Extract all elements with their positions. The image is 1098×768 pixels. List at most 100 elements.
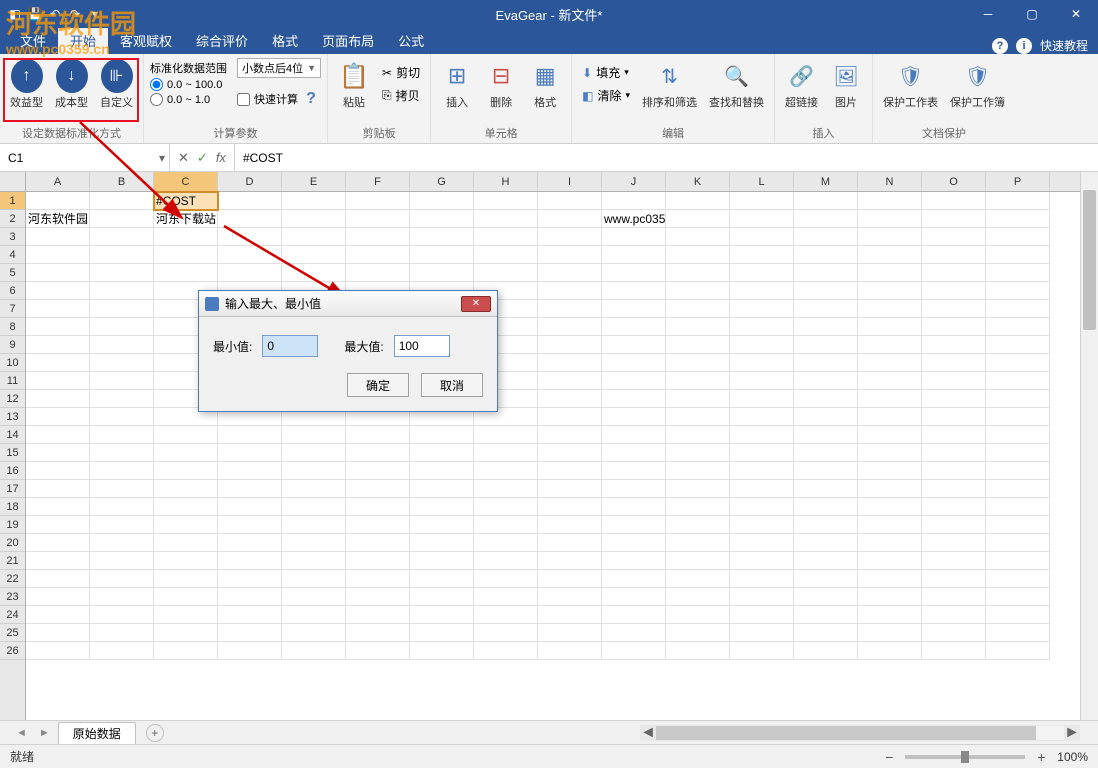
cell-L11[interactable]: [730, 372, 794, 390]
cell-P4[interactable]: [986, 246, 1050, 264]
cell-N25[interactable]: [858, 624, 922, 642]
cell-J4[interactable]: [602, 246, 666, 264]
cell-I12[interactable]: [538, 390, 602, 408]
cell-C23[interactable]: [154, 588, 218, 606]
cell-E19[interactable]: [282, 516, 346, 534]
cell-E26[interactable]: [282, 642, 346, 660]
select-all-corner[interactable]: [0, 172, 26, 192]
cell-M9[interactable]: [794, 336, 858, 354]
cell-P25[interactable]: [986, 624, 1050, 642]
cell-P16[interactable]: [986, 462, 1050, 480]
cell-K7[interactable]: [666, 300, 730, 318]
cell-D18[interactable]: [218, 498, 282, 516]
save-icon[interactable]: 💾: [28, 7, 42, 21]
col-header-N[interactable]: N: [858, 172, 922, 191]
cell-C19[interactable]: [154, 516, 218, 534]
cell-N3[interactable]: [858, 228, 922, 246]
cell-D20[interactable]: [218, 534, 282, 552]
cell-O7[interactable]: [922, 300, 986, 318]
cell-I1[interactable]: [538, 192, 602, 210]
cell-P26[interactable]: [986, 642, 1050, 660]
cell-A2[interactable]: 河东软件园: [26, 210, 90, 228]
cell-P21[interactable]: [986, 552, 1050, 570]
row-header-14[interactable]: 14: [0, 426, 25, 444]
delete-cell-button[interactable]: ⊟删除: [481, 58, 521, 112]
cell-N13[interactable]: [858, 408, 922, 426]
cell-O14[interactable]: [922, 426, 986, 444]
cell-E22[interactable]: [282, 570, 346, 588]
cell-F24[interactable]: [346, 606, 410, 624]
menu-format[interactable]: 格式: [260, 27, 310, 54]
cell-C4[interactable]: [154, 246, 218, 264]
cell-D21[interactable]: [218, 552, 282, 570]
scroll-right-icon[interactable]: ►: [1064, 725, 1080, 741]
cell-O13[interactable]: [922, 408, 986, 426]
cell-P3[interactable]: [986, 228, 1050, 246]
cell-J8[interactable]: [602, 318, 666, 336]
sheet-nav-next-icon[interactable]: ►: [35, 727, 54, 739]
scroll-left-icon[interactable]: ◄: [640, 725, 656, 741]
cell-I7[interactable]: [538, 300, 602, 318]
cell-K26[interactable]: [666, 642, 730, 660]
col-header-A[interactable]: A: [26, 172, 90, 191]
cell-H20[interactable]: [474, 534, 538, 552]
cell-N5[interactable]: [858, 264, 922, 282]
row-header-15[interactable]: 15: [0, 444, 25, 462]
cell-K12[interactable]: [666, 390, 730, 408]
cell-F20[interactable]: [346, 534, 410, 552]
cell-G3[interactable]: [410, 228, 474, 246]
cell-I5[interactable]: [538, 264, 602, 282]
cell-F15[interactable]: [346, 444, 410, 462]
cell-K6[interactable]: [666, 282, 730, 300]
cut-button[interactable]: ✂剪切: [378, 62, 424, 83]
info-icon[interactable]: i: [1016, 38, 1032, 54]
cell-L19[interactable]: [730, 516, 794, 534]
cell-O16[interactable]: [922, 462, 986, 480]
row-header-7[interactable]: 7: [0, 300, 25, 318]
cell-K13[interactable]: [666, 408, 730, 426]
col-header-O[interactable]: O: [922, 172, 986, 191]
help-icon[interactable]: ?: [992, 38, 1008, 54]
cell-M17[interactable]: [794, 480, 858, 498]
cell-L15[interactable]: [730, 444, 794, 462]
cell-P24[interactable]: [986, 606, 1050, 624]
close-button[interactable]: ✕: [1054, 0, 1098, 28]
menu-comprehensive-eval[interactable]: 综合评价: [184, 27, 260, 54]
col-header-H[interactable]: H: [474, 172, 538, 191]
cell-E18[interactable]: [282, 498, 346, 516]
cell-B7[interactable]: [90, 300, 154, 318]
cell-H18[interactable]: [474, 498, 538, 516]
cell-A13[interactable]: [26, 408, 90, 426]
row-header-19[interactable]: 19: [0, 516, 25, 534]
cell-B19[interactable]: [90, 516, 154, 534]
cell-I2[interactable]: [538, 210, 602, 228]
cell-F18[interactable]: [346, 498, 410, 516]
cell-H17[interactable]: [474, 480, 538, 498]
dialog-cancel-button[interactable]: 取消: [421, 373, 483, 397]
vertical-scrollbar[interactable]: [1080, 172, 1098, 720]
cell-K17[interactable]: [666, 480, 730, 498]
cell-K1[interactable]: [666, 192, 730, 210]
cell-E5[interactable]: [282, 264, 346, 282]
cells-area[interactable]: #COST河东软件园河东下载站www.pc0359.cn: [26, 192, 1080, 720]
menu-page-layout[interactable]: 页面布局: [310, 27, 386, 54]
cell-N17[interactable]: [858, 480, 922, 498]
cell-C21[interactable]: [154, 552, 218, 570]
cell-B1[interactable]: [90, 192, 154, 210]
cell-H25[interactable]: [474, 624, 538, 642]
cell-I19[interactable]: [538, 516, 602, 534]
h-scroll-track[interactable]: [656, 726, 1064, 740]
cell-P9[interactable]: [986, 336, 1050, 354]
cell-O1[interactable]: [922, 192, 986, 210]
cell-I15[interactable]: [538, 444, 602, 462]
cell-G20[interactable]: [410, 534, 474, 552]
min-value-input[interactable]: [262, 335, 318, 357]
cell-A6[interactable]: [26, 282, 90, 300]
insert-cell-button[interactable]: ⊞插入: [437, 58, 477, 112]
cell-K18[interactable]: [666, 498, 730, 516]
range-opt-1[interactable]: 0.0 ~ 1.0: [150, 93, 227, 106]
range-radio-100[interactable]: [150, 78, 163, 91]
cell-G23[interactable]: [410, 588, 474, 606]
cell-L1[interactable]: [730, 192, 794, 210]
cell-D4[interactable]: [218, 246, 282, 264]
